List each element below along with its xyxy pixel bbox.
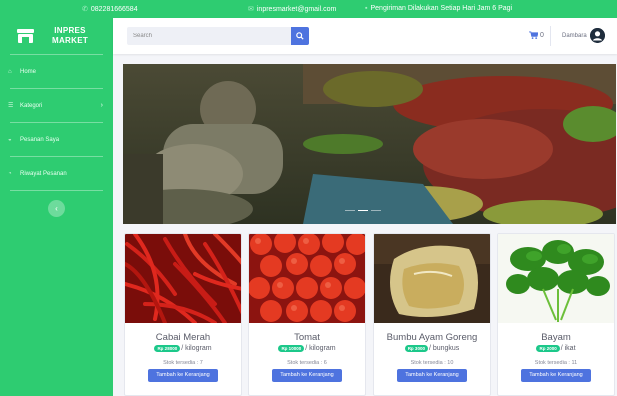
- sidebar-divider: [10, 190, 103, 191]
- chevron-right-icon: ›: [100, 102, 103, 109]
- product-price: Rp 2000 / ikat: [498, 345, 614, 352]
- product-card: Tomat Rp 10000 / kilogram Stok tersedia …: [248, 233, 366, 396]
- product-name: Cabai Merah: [155, 332, 211, 343]
- phone-icon: ✆: [82, 6, 88, 13]
- stock-info: Stok tersedia : 7: [163, 360, 203, 366]
- delivery-notice: Pengiriman Dilakukan Setiap Hari Jam 6 P…: [370, 5, 513, 12]
- avatar: [589, 28, 605, 43]
- history-icon: ◔: [8, 170, 12, 177]
- stock-info: Stok tersedia : 11: [534, 360, 578, 366]
- price-unit: / ikat: [560, 345, 576, 352]
- email-info: ✉ inpresmarket@gmail.com: [248, 5, 337, 14]
- price-badge: Rp 10000: [278, 345, 305, 352]
- bag-icon: ◒: [8, 136, 12, 143]
- product-card: Bayam Rp 2000 / ikat Stok tersedia : 11 …: [497, 233, 615, 396]
- sidebar-item-home[interactable]: ⌂ Home: [0, 55, 113, 88]
- carousel-dot[interactable]: [345, 210, 355, 211]
- product-image-chili[interactable]: [125, 234, 241, 323]
- sidebar-item-riwayat-pesanan[interactable]: ◔ Riwayat Pesanan: [0, 157, 113, 190]
- product-price: Rp 3000 / bungkus: [374, 345, 490, 352]
- sidebar-item-label: Kategori: [20, 102, 43, 109]
- header-divider: [550, 26, 551, 46]
- price-unit: / kilogram: [305, 345, 336, 352]
- product-name: Bumbu Ayam Goreng: [386, 332, 478, 343]
- carousel-indicators: [345, 210, 381, 211]
- home-icon: ⌂: [8, 68, 12, 75]
- product-image-spinach[interactable]: [498, 234, 614, 323]
- email-address: inpresmarket@gmail.com: [256, 5, 337, 13]
- product-card: Cabai Merah Rp 28000 / kilogram Stok ter…: [124, 233, 242, 396]
- sidebar-item-label: Home: [20, 68, 37, 75]
- sidebar: INPRES MARKET ⌂ Home ☰ Kategori › ◒ Pesa…: [0, 18, 113, 396]
- hero-banner[interactable]: [123, 64, 616, 224]
- phone-number: 082281666584: [90, 5, 138, 13]
- price-unit: / kilogram: [181, 345, 212, 352]
- search-icon: [296, 32, 304, 40]
- sidebar-item-label: Pesanan Saya: [20, 136, 60, 143]
- truck-icon: ▪: [365, 5, 368, 12]
- add-to-cart-button[interactable]: Tambah ke Keranjang: [521, 369, 591, 382]
- cart-button[interactable]: 0: [529, 31, 544, 39]
- store-icon: [17, 29, 34, 43]
- price-badge: Rp 28000: [154, 345, 181, 352]
- list-icon: ☰: [8, 103, 14, 109]
- product-name: Tomat: [294, 332, 320, 343]
- user-menu[interactable]: Dambara: [562, 28, 605, 43]
- chevron-left-icon: ‹: [55, 204, 58, 213]
- price-badge: Rp 3000: [404, 345, 428, 352]
- sidebar-item-label: Riwayat Pesanan: [20, 170, 67, 177]
- price-badge: Rp 2000: [536, 345, 560, 352]
- stock-info: Stok tersedia : 6: [287, 360, 327, 366]
- market-banner-image: [123, 64, 616, 224]
- add-to-cart-button[interactable]: Tambah ke Keranjang: [148, 369, 218, 382]
- product-image-spice[interactable]: [374, 234, 490, 323]
- delivery-info: ▪ Pengiriman Dilakukan Setiap Hari Jam 6…: [365, 5, 512, 12]
- search-button[interactable]: [291, 27, 309, 45]
- phone-info: ✆ 082281666584: [82, 5, 138, 14]
- product-name: Bayam: [541, 332, 571, 343]
- cart-count: 0: [540, 31, 544, 39]
- carousel-dot[interactable]: [371, 210, 381, 211]
- cart-icon: [529, 31, 538, 39]
- brand-name: INPRES MARKET: [52, 26, 89, 45]
- carousel-dot[interactable]: [358, 210, 368, 211]
- add-to-cart-button[interactable]: Tambah ke Keranjang: [272, 369, 342, 382]
- product-card: Bumbu Ayam Goreng Rp 3000 / bungkus Stok…: [373, 233, 491, 396]
- product-image-tomato[interactable]: [249, 234, 365, 323]
- top-info-bar: ✆ 082281666584 ✉ inpresmarket@gmail.com …: [0, 0, 617, 18]
- mail-icon: ✉: [248, 6, 254, 13]
- top-header: 0 Dambara: [113, 18, 617, 54]
- brand[interactable]: INPRES MARKET: [0, 18, 113, 54]
- price-unit: / bungkus: [428, 345, 460, 352]
- add-to-cart-button[interactable]: Tambah ke Keranjang: [397, 369, 467, 382]
- search-input[interactable]: [127, 27, 291, 45]
- sidebar-toggle-button[interactable]: ‹: [48, 200, 65, 217]
- product-price: Rp 10000 / kilogram: [249, 345, 365, 352]
- sidebar-item-kategori[interactable]: ☰ Kategori ›: [0, 89, 113, 122]
- user-name: Dambara: [562, 32, 587, 39]
- product-price: Rp 28000 / kilogram: [125, 345, 241, 352]
- search-bar: [127, 27, 309, 45]
- stock-info: Stok tersedia : 10: [410, 360, 454, 366]
- sidebar-item-pesanan-saya[interactable]: ◒ Pesanan Saya: [0, 123, 113, 156]
